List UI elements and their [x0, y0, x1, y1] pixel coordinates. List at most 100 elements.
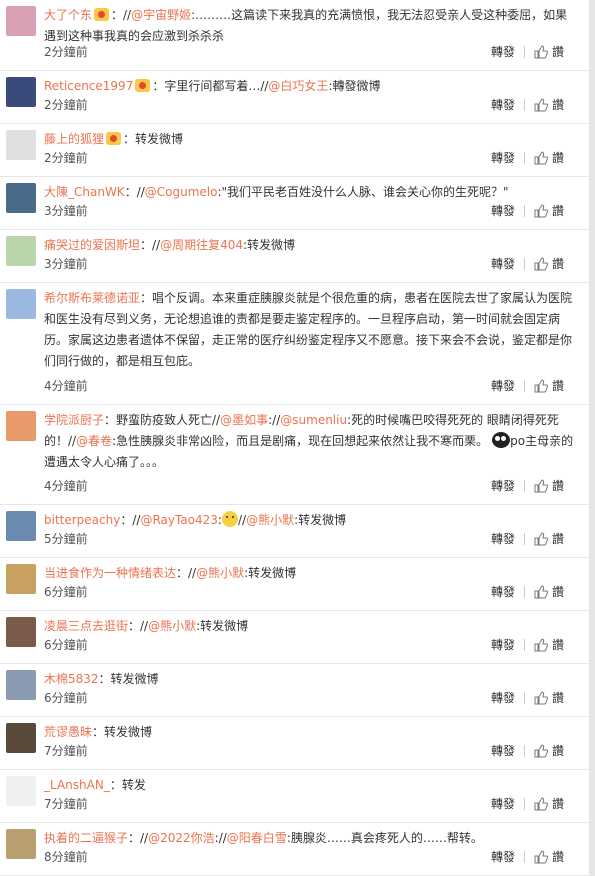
like-label: 讚 — [551, 691, 564, 705]
comment-meta: 6分鐘前 轉發 讚 — [44, 583, 564, 601]
user-name-link[interactable]: 木棉5832 — [44, 672, 99, 686]
avatar[interactable] — [6, 564, 36, 594]
comment-text: 藤上的狐狸 ：转发微博 — [44, 129, 577, 150]
avatar[interactable] — [6, 723, 36, 753]
mention-link[interactable]: @sumenliu — [280, 413, 347, 427]
comment-actions: 轉發 讚 — [491, 377, 564, 395]
comment-body: 当进食作为一种情绪表达：//@熊小默:转发微博 — [44, 563, 577, 584]
comment-actions: 轉發 讚 — [491, 795, 564, 813]
user-name-link[interactable]: 大了个东 — [44, 8, 92, 22]
mention-link[interactable]: @2022你浩 — [148, 831, 215, 845]
like-button[interactable]: 讚 — [534, 744, 564, 758]
comment-meta: 2分鐘前 轉發 讚 — [44, 43, 564, 61]
avatar[interactable] — [6, 289, 36, 319]
thumbs-up-icon — [534, 638, 548, 652]
mention-link[interactable]: @宇宙野姬 — [131, 8, 191, 22]
user-name-link[interactable]: 痛哭过的爱因斯坦 — [44, 238, 140, 252]
repost-button[interactable]: 轉發 — [491, 45, 515, 59]
repost-button[interactable]: 轉發 — [491, 98, 515, 112]
like-button[interactable]: 讚 — [534, 585, 564, 599]
comment-item: 痛哭过的爱因斯坦：//@周期往复404:转发微博 3分鐘前 轉發讚 — [0, 230, 589, 283]
avatar[interactable] — [6, 6, 36, 36]
repost-button[interactable]: 轉發 — [491, 151, 515, 165]
like-button[interactable]: 讚 — [534, 850, 564, 864]
repost-button[interactable]: 轉發 — [491, 744, 515, 758]
avatar[interactable] — [6, 236, 36, 266]
user-name-link[interactable]: 学院派厨子 — [44, 413, 104, 427]
member-badge-icon — [94, 8, 110, 21]
mention-link[interactable]: @熊小默 — [148, 619, 196, 633]
avatar[interactable] — [6, 617, 36, 647]
avatar[interactable] — [6, 776, 36, 806]
like-button[interactable]: 讚 — [534, 379, 564, 393]
like-label: 讚 — [551, 479, 564, 493]
repost-button[interactable]: 轉發 — [491, 797, 515, 811]
mention-link[interactable]: @墨如事 — [220, 413, 268, 427]
user-name-link[interactable]: 大陳_ChanWK — [44, 185, 125, 199]
repost-button[interactable]: 轉發 — [491, 585, 515, 599]
repost-button[interactable]: 轉發 — [491, 638, 515, 652]
repost-button[interactable]: 轉發 — [491, 257, 515, 271]
mention-link[interactable]: @周期往复404 — [160, 238, 243, 252]
repost-button[interactable]: 轉發 — [491, 532, 515, 546]
like-button[interactable]: 讚 — [534, 45, 564, 59]
repost-button[interactable]: 轉發 — [491, 204, 515, 218]
user-name-link[interactable]: 荒谬愚昧 — [44, 725, 92, 739]
repost-button[interactable]: 轉發 — [491, 379, 515, 393]
like-label: 讚 — [551, 379, 564, 393]
comment-actions: 轉發 讚 — [491, 848, 564, 866]
comment-body: 学院派厨子：野蛮防疫致人死亡//@墨如事://@sumenliu:死的时候嘴巴咬… — [44, 410, 577, 473]
avatar[interactable] — [6, 670, 36, 700]
comment-item: 凌晨三点去逛街：//@熊小默:转发微博 6分鐘前 轉發讚 — [0, 611, 589, 664]
like-button[interactable]: 讚 — [534, 257, 564, 271]
comment-item: 大了个东 ：//@宇宙野姬:………这篇读下来我真的充满愤恨，我无法忍受亲人受这种委… — [0, 0, 589, 71]
like-button[interactable]: 讚 — [534, 691, 564, 705]
comment-item: 大陳_ChanWK：//@Cogumelo:"我们平民老百姓没什么人脉、谁会关心… — [0, 177, 589, 230]
like-button[interactable]: 讚 — [534, 151, 564, 165]
divider — [523, 380, 525, 392]
like-button[interactable]: 讚 — [534, 797, 564, 811]
comment-item: 希尔斯布莱德诺亚：唱个反调。本来重症胰腺炎就是个很危重的病，患者在医院去世了家属… — [0, 283, 589, 405]
user-name-link[interactable]: 希尔斯布莱德诺亚 — [44, 291, 140, 305]
avatar[interactable] — [6, 183, 36, 213]
like-button[interactable]: 讚 — [534, 479, 564, 493]
mention-link[interactable]: @熊小默 — [196, 566, 244, 580]
avatar[interactable] — [6, 829, 36, 859]
user-name-link[interactable]: _LAnshAN_ — [44, 778, 110, 792]
user-name-link[interactable]: Reticence1997 — [44, 79, 133, 93]
mention-link[interactable]: @Cogumelo — [145, 185, 218, 199]
user-name-link[interactable]: 藤上的狐狸 — [44, 132, 104, 146]
panda-emoji-icon — [492, 432, 511, 448]
comment-actions: 轉發 讚 — [491, 255, 564, 273]
mention-link[interactable]: @阳春白雪 — [227, 831, 287, 845]
mention-link[interactable]: @RayTao423 — [140, 513, 217, 527]
repost-button[interactable]: 轉發 — [491, 850, 515, 864]
comment-text-segment: ：转发微博 — [92, 725, 153, 739]
comment-text-segment: ：// — [140, 238, 161, 252]
like-label: 讚 — [551, 204, 564, 218]
mention-link[interactable]: @春卷 — [76, 434, 112, 448]
avatar[interactable] — [6, 411, 36, 441]
user-name-link[interactable]: bitterpeachy — [44, 513, 120, 527]
like-button[interactable]: 讚 — [534, 98, 564, 112]
repost-button[interactable]: 轉發 — [491, 691, 515, 705]
scrollbar[interactable] — [589, 0, 595, 876]
like-label: 讚 — [551, 257, 564, 271]
like-label: 讚 — [551, 151, 564, 165]
comment-actions: 轉發 讚 — [491, 202, 564, 220]
mention-link[interactable]: @白巧女王 — [268, 79, 328, 93]
user-name-link[interactable]: 执着的二逼猴子 — [44, 831, 128, 845]
user-name-link[interactable]: 当进食作为一种情绪表达 — [44, 566, 176, 580]
comment-text-segment: :转发微博 — [294, 513, 347, 527]
avatar[interactable] — [6, 511, 36, 541]
like-button[interactable]: 讚 — [534, 204, 564, 218]
avatar[interactable] — [6, 130, 36, 160]
avatar[interactable] — [6, 77, 36, 107]
like-button[interactable]: 讚 — [534, 532, 564, 546]
like-button[interactable]: 讚 — [534, 638, 564, 652]
user-name-link[interactable]: 凌晨三点去逛街 — [44, 619, 128, 633]
mention-link[interactable]: @熊小默 — [246, 513, 294, 527]
comment-meta: 7分鐘前 轉發 讚 — [44, 795, 564, 813]
comment-text-segment: :轉發微博 — [328, 79, 381, 93]
repost-button[interactable]: 轉發 — [491, 479, 515, 493]
